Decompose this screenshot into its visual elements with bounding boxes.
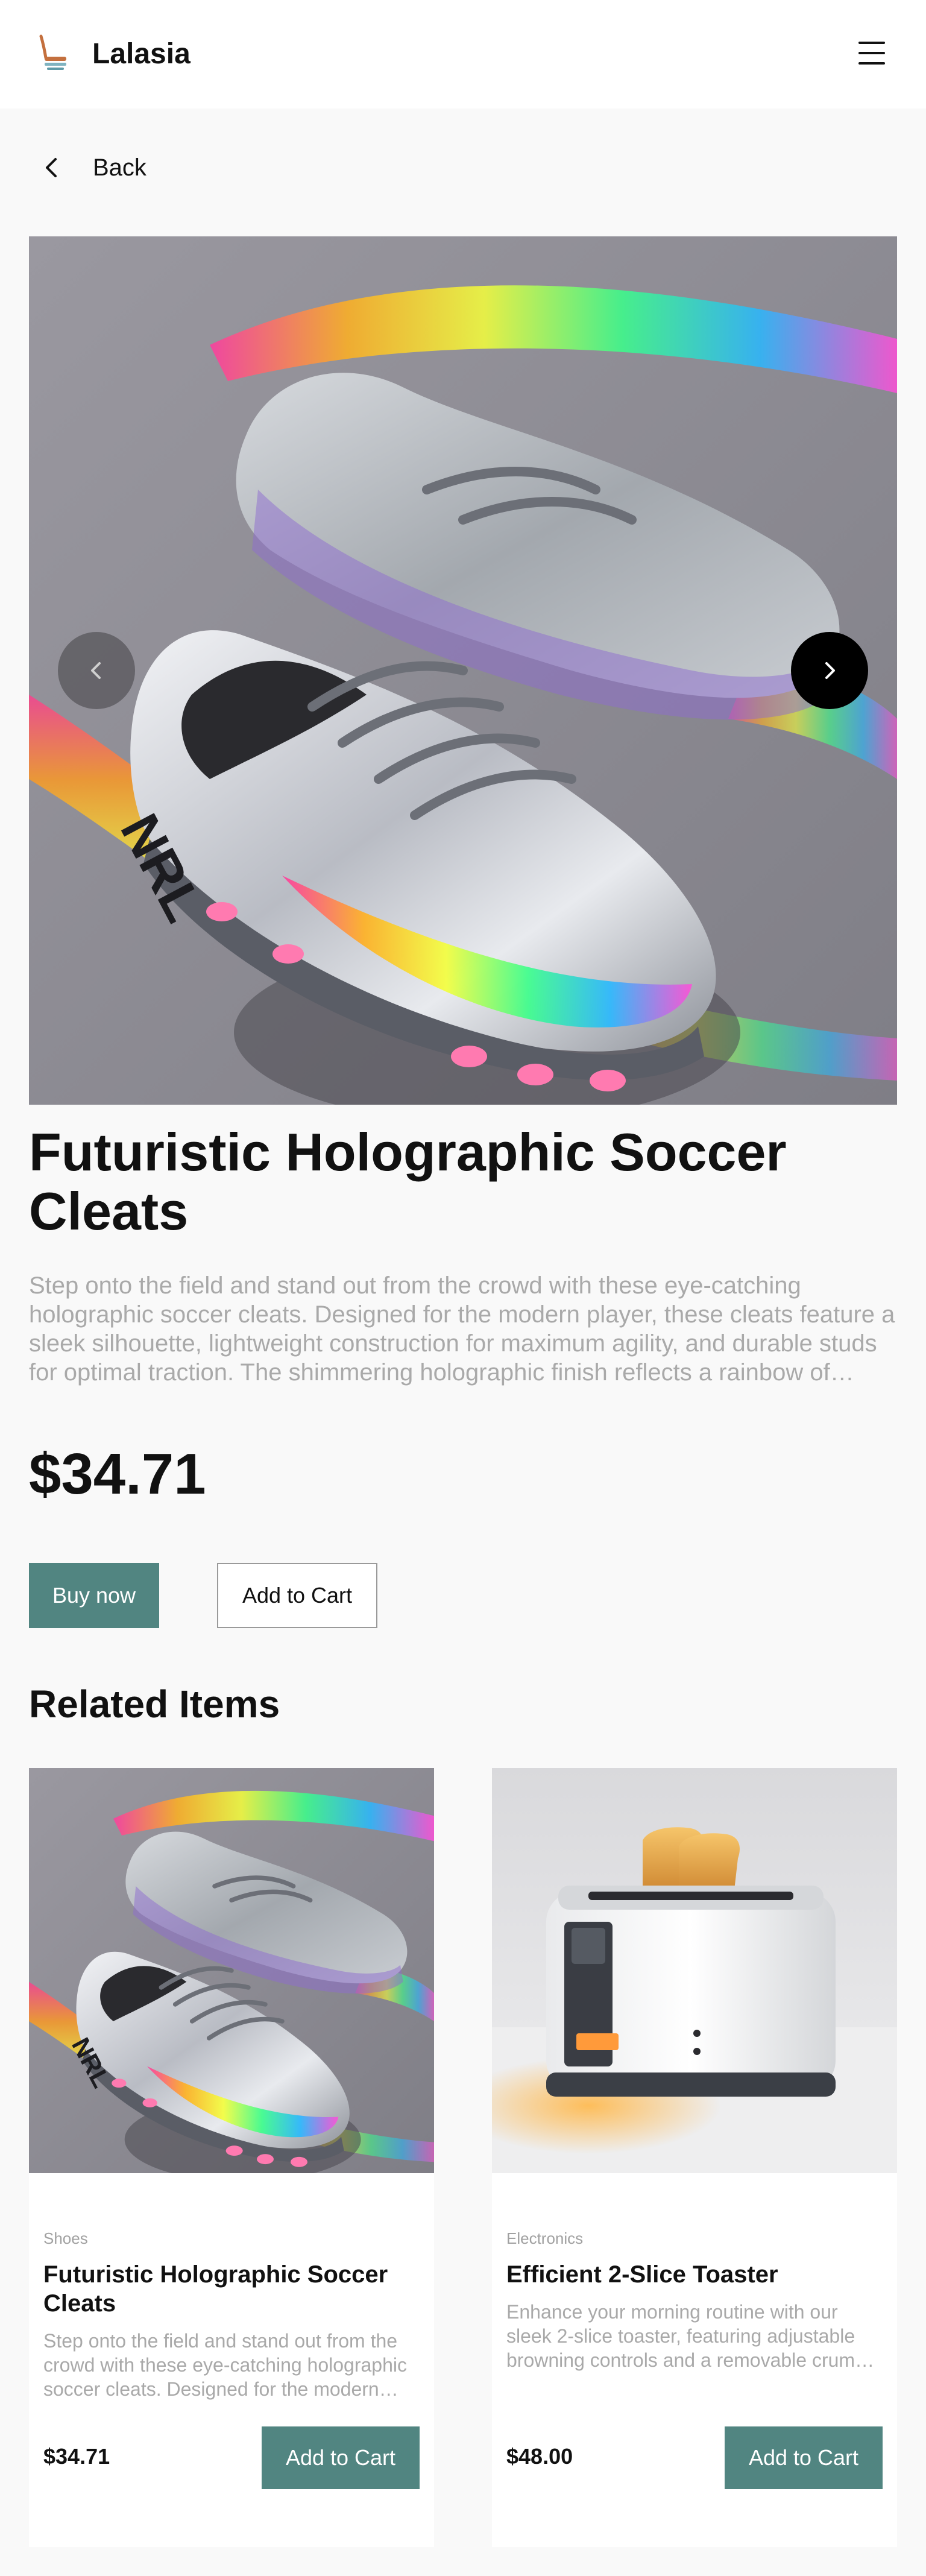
product-thumbnail[interactable]: [29, 1768, 434, 2173]
card-add-to-cart-button[interactable]: Add to Cart: [262, 2426, 420, 2489]
white-toaster-photo: [492, 1768, 897, 2173]
card-price: $34.71: [43, 2444, 110, 2469]
product-thumbnail[interactable]: [492, 1768, 897, 2173]
card-description: Enhance your morning routine with our sl…: [506, 2301, 866, 2371]
card-category: Shoes: [43, 2229, 88, 2247]
card-category: Electronics: [506, 2229, 584, 2247]
chevron-left-icon: [46, 158, 57, 177]
card-price: $48.00: [506, 2444, 573, 2469]
related-items-heading: Related Items: [29, 1682, 280, 1726]
back-label: Back: [93, 154, 146, 181]
related-item-card[interactable]: Shoes Futuristic Holographic Soccer Clea…: [29, 1768, 434, 2547]
product-title: Futuristic Holographic Soccer Cleats: [29, 1122, 787, 1241]
brand-name[interactable]: Lalasia: [92, 37, 191, 71]
product-price: $34.71: [29, 1442, 206, 1506]
chevron-right-icon: [825, 662, 835, 679]
chevron-left-icon: [91, 662, 101, 679]
app-header: Lalasia: [0, 0, 926, 109]
buy-now-button[interactable]: Buy now: [29, 1563, 159, 1628]
card-add-to-cart-button[interactable]: Add to Cart: [725, 2426, 883, 2489]
gallery-next-button[interactable]: [791, 632, 868, 709]
card-title[interactable]: Futuristic Holographic Soccer Cleats: [43, 2260, 420, 2318]
chair-logo-icon[interactable]: [37, 34, 69, 72]
product-image-gallery: [29, 236, 897, 1105]
related-item-card[interactable]: Electronics Efficient 2-Slice Toaster En…: [492, 1768, 897, 2547]
hamburger-menu-icon[interactable]: [858, 40, 885, 66]
card-description: Step onto the field and stand out from t…: [43, 2330, 407, 2400]
card-title[interactable]: Efficient 2-Slice Toaster: [506, 2260, 883, 2289]
holographic-soccer-cleats-photo: [29, 1768, 434, 2173]
back-button[interactable]: Back: [40, 151, 146, 185]
product-description: Step onto the field and stand out from t…: [29, 1272, 895, 1386]
gallery-prev-button[interactable]: [58, 632, 135, 709]
add-to-cart-button[interactable]: Add to Cart: [217, 1563, 377, 1628]
holographic-soccer-cleats-photo: [29, 236, 897, 1105]
